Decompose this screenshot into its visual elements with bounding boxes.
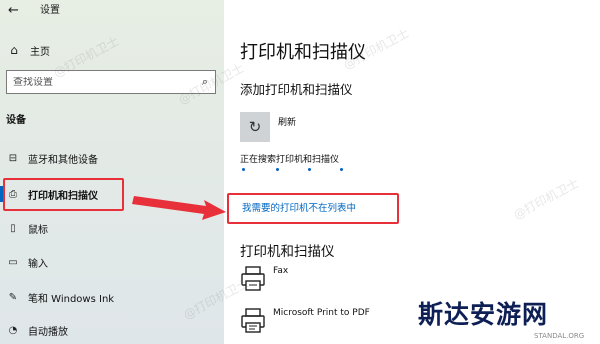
search-input[interactable] [7, 76, 195, 88]
sidebar-item-mouse[interactable]: ▯ 鼠标 [0, 216, 224, 240]
highlight-box-link [227, 193, 399, 224]
sidebar-item-label: 鼠标 [28, 224, 48, 236]
sidebar-item-typing[interactable]: ▭ 输入 [0, 250, 224, 274]
progress-dots [240, 168, 370, 174]
window-title: 设置 [40, 5, 60, 16]
title-bar: ← 设置 [0, 0, 224, 24]
progress-dot [276, 168, 279, 171]
mouse-icon: ▯ [10, 222, 16, 234]
bluetooth-devices-icon: ⊟ [8, 152, 18, 164]
progress-dot [242, 168, 245, 171]
back-arrow-icon[interactable]: ← [8, 4, 19, 18]
searching-status: 正在搜索打印机和扫描仪 [240, 155, 340, 165]
home-icon: ⌂ [10, 43, 18, 57]
progress-dot [340, 168, 343, 171]
pdf-printer-icon [241, 308, 265, 333]
sidebar-item-label: 自动播放 [28, 326, 68, 338]
sidebar-item-label: 蓝牙和其他设备 [28, 154, 98, 166]
refresh-button[interactable]: ↻ [240, 112, 270, 142]
brand-logo-text: 斯达安游网 [418, 300, 549, 329]
refresh-icon: ↻ [248, 118, 262, 136]
progress-dot [308, 168, 311, 171]
devices-section-title: 设备 [6, 115, 26, 126]
add-printers-heading: 添加打印机和扫描仪 [240, 82, 353, 97]
printers-section-title: 打印机和扫描仪 [240, 244, 335, 260]
printer-name: Microsoft Print to PDF [273, 308, 370, 318]
pen-icon: ✎ [8, 291, 18, 303]
refresh-label: 刷新 [278, 118, 297, 128]
autoplay-icon: ◔ [8, 324, 18, 336]
sidebar-item-label: 笔和 Windows Ink [28, 293, 115, 305]
printer-name: Fax [273, 266, 289, 276]
printer-item-fax[interactable]: Fax [240, 265, 540, 299]
brand-url: STANDAL.ORG [534, 332, 585, 340]
keyboard-icon: ▭ [8, 256, 18, 268]
main-content: 打印机和扫描仪 添加打印机和扫描仪 ↻ 刷新 正在搜索打印机和扫描仪 我需要的打… [224, 0, 600, 344]
sidebar-item-label: 输入 [28, 258, 48, 270]
highlight-box-printers [3, 178, 124, 211]
home-label: 主页 [30, 46, 50, 58]
sidebar-item-bluetooth[interactable]: ⊟ 蓝牙和其他设备 [0, 146, 224, 170]
